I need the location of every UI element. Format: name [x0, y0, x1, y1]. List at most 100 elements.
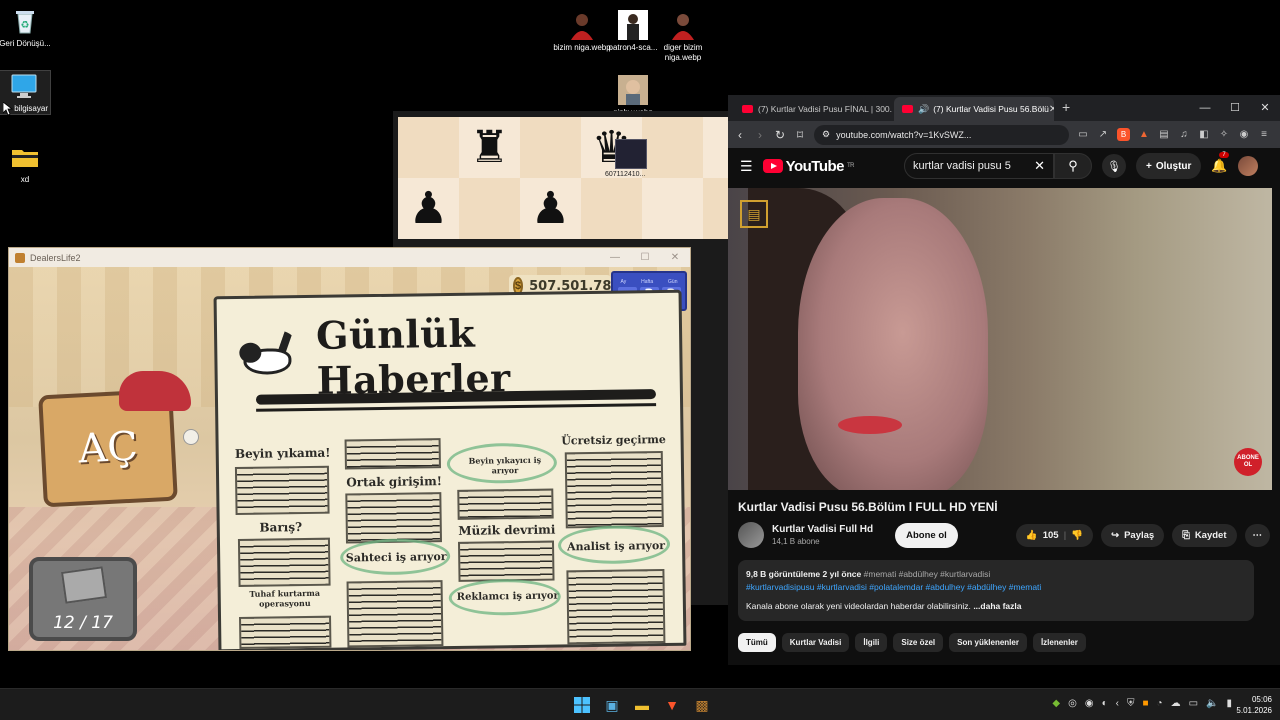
channel-name[interactable]: Kurtlar Vadisi Full Hd: [772, 524, 873, 535]
chess-pawn-icon[interactable]: ♟: [409, 183, 448, 234]
show-more-link[interactable]: ...daha fazla: [973, 601, 1021, 611]
vpn-icon[interactable]: ◉: [1238, 129, 1250, 140]
brave-rewards-icon[interactable]: ▲: [1138, 129, 1150, 140]
hashtags[interactable]: #kurtlarvadisipusu #kurtlarvadisi #polat…: [746, 581, 1246, 594]
extensions-icon[interactable]: ✧: [1218, 129, 1230, 140]
create-button[interactable]: + Oluştur: [1136, 153, 1202, 179]
chip-for-you[interactable]: Size özel: [893, 633, 944, 652]
share-button[interactable]: ↪ Paylaş: [1101, 523, 1165, 547]
news-item-title[interactable]: Ücretsiz geçirme: [559, 433, 669, 448]
chip-kurtlar-vadisi[interactable]: Kurtlar Vadisi: [781, 633, 850, 652]
new-tab-button[interactable]: +: [1062, 99, 1070, 115]
newspaper[interactable]: Günlük Haberler Beyin yıkama! Barış? Tuh…: [213, 289, 687, 650]
menu-icon[interactable]: ≡: [1258, 129, 1270, 140]
news-item-title[interactable]: Barış?: [238, 520, 324, 535]
bookmark-icon[interactable]: ⌑: [794, 128, 806, 142]
arrow-icon[interactable]: ‹: [1116, 698, 1119, 709]
hashtags[interactable]: #memati #abdülhey #kurtlarvadisi: [864, 569, 991, 579]
window-titlebar[interactable]: DealersLife2 — ☐ ✕: [9, 248, 690, 267]
inventory-box[interactable]: 12 / 17: [29, 557, 137, 641]
browser-tab[interactable]: (7) Kurtlar Vadisi Pusu FİNAL | 300. Bö: [734, 97, 894, 121]
maximize-button[interactable]: ☐: [1220, 95, 1250, 121]
security-icon[interactable]: ⛨: [1127, 698, 1135, 709]
video-description[interactable]: 9,8 B görüntüleme 2 yıl önce #memati #ab…: [738, 560, 1254, 621]
chess-rook-icon[interactable]: ♜: [470, 122, 509, 173]
desktop-icon-diger-bizim-niga[interactable]: diger bizim niga.webp: [651, 10, 715, 63]
clear-search-icon[interactable]: ✕: [1034, 158, 1045, 174]
reload-icon[interactable]: ↻: [774, 128, 786, 142]
news-item-title[interactable]: Müzik devrimi: [452, 522, 562, 538]
reader-mode-icon[interactable]: ▤: [1158, 129, 1170, 140]
browser-tab-active[interactable]: 🔊 (7) Kurtlar Vadisi Pusu 56.Bölü ✕: [894, 97, 1054, 121]
screenshot-thumbnail-icon[interactable]: [615, 139, 647, 169]
chess-square[interactable]: ♜: [703, 178, 729, 239]
taskbar-brave[interactable]: ▼: [660, 693, 684, 717]
url-field[interactable]: ⚙ youtube.com/watch?v=1KvSWZ...: [814, 124, 1069, 145]
chess-square[interactable]: [581, 178, 642, 239]
back-icon[interactable]: ‹: [734, 128, 746, 142]
desktop-icon-recycle-bin[interactable]: ♻ Geri Dönüşü...: [0, 6, 57, 49]
minimize-button[interactable]: —: [600, 252, 630, 263]
close-button[interactable]: ✕: [660, 252, 690, 263]
taskbar-file-explorer[interactable]: ▬: [630, 693, 654, 717]
avatar[interactable]: [1237, 156, 1258, 176]
more-actions-button[interactable]: ⋯: [1244, 523, 1270, 547]
thumbs-down-icon[interactable]: 👎: [1071, 530, 1083, 541]
news-item-title[interactable]: Beyin yıkama!: [233, 446, 333, 461]
chess-square[interactable]: [703, 117, 729, 178]
brave-shields-icon[interactable]: B: [1117, 128, 1130, 141]
news-item-title[interactable]: Ortak girişim!: [339, 474, 449, 490]
search-button[interactable]: ⚲: [1054, 153, 1092, 179]
video-player[interactable]: ▤ ABONE OL: [728, 188, 1272, 490]
onedrive-icon[interactable]: ☁: [1171, 698, 1181, 709]
search-input[interactable]: kurtlar vadisi pusu 5 ✕: [904, 153, 1054, 179]
desktop-icon-folder-xd[interactable]: xd: [0, 142, 57, 185]
dealerslife-window[interactable]: DealersLife2 — ☐ ✕ $ 507.501.788 Ay Haft…: [8, 247, 691, 651]
wifi-icon[interactable]: ◔: [1157, 698, 1163, 709]
brave-vpn-icon[interactable]: ◎: [1068, 698, 1077, 709]
save-button[interactable]: ⎘ Kaydet: [1172, 523, 1237, 547]
chess-square[interactable]: [642, 178, 703, 239]
chess-square[interactable]: [459, 178, 520, 239]
network-icon[interactable]: ▭: [1189, 698, 1198, 709]
chess-square[interactable]: [642, 117, 703, 178]
chess-square[interactable]: [520, 117, 581, 178]
steam-icon[interactable]: ◉: [1085, 698, 1094, 709]
speaker-icon[interactable]: 🔊: [918, 104, 929, 115]
chip-all[interactable]: Tümü: [738, 633, 776, 652]
app-tray-icon[interactable]: ■: [1142, 698, 1148, 709]
news-item-title[interactable]: Tuhaf kurtarma operasyonu: [237, 588, 333, 609]
subscribe-button[interactable]: Abone ol: [895, 522, 958, 548]
youtube-logo[interactable]: YouTube TR: [762, 158, 855, 175]
nvidia-icon[interactable]: ◆: [1052, 698, 1060, 709]
voice-search-button[interactable]: 🎙: [1102, 154, 1126, 178]
subscribe-watermark[interactable]: ABONE OL: [1234, 448, 1262, 476]
music-icon[interactable]: ♫: [1178, 129, 1190, 140]
forward-icon[interactable]: ›: [754, 128, 766, 142]
chess-square[interactable]: [398, 117, 459, 178]
chess-square[interactable]: ♜: [459, 117, 520, 178]
minimize-button[interactable]: —: [1190, 95, 1220, 121]
hamburger-menu-icon[interactable]: ☰: [740, 158, 753, 175]
notifications-button[interactable]: 🔔 7: [1211, 152, 1229, 174]
chess-pawn-icon[interactable]: ♟: [531, 183, 570, 234]
maximize-button[interactable]: ☐: [630, 252, 660, 263]
clock[interactable]: 05:06 5.01.2026: [1236, 694, 1272, 716]
start-button[interactable]: [570, 693, 594, 717]
close-button[interactable]: ✕: [1250, 95, 1280, 121]
chip-recent[interactable]: Son yüklenenler: [949, 633, 1027, 652]
chess-square[interactable]: ♟: [398, 178, 459, 239]
tab-close-icon[interactable]: ✕: [1049, 104, 1054, 115]
discord-icon[interactable]: ◐: [1102, 698, 1108, 709]
channel-avatar[interactable]: [738, 522, 764, 548]
chess-square[interactable]: ♟: [520, 178, 581, 239]
sidebar-icon[interactable]: ◧: [1198, 129, 1210, 140]
chip-related[interactable]: İlgili: [855, 633, 888, 652]
volume-icon[interactable]: 🔈: [1206, 698, 1218, 709]
like-button[interactable]: 👍 105 | 👎: [1015, 523, 1094, 547]
battery-icon[interactable]: ▮: [1226, 698, 1232, 709]
browser-window[interactable]: (7) Kurtlar Vadisi Pusu FİNAL | 300. Bö …: [728, 95, 1280, 665]
taskbar-widgets[interactable]: ▣: [600, 693, 624, 717]
taskbar-dealerslife[interactable]: ▩: [690, 693, 714, 717]
cast-icon[interactable]: ▭: [1077, 129, 1089, 140]
